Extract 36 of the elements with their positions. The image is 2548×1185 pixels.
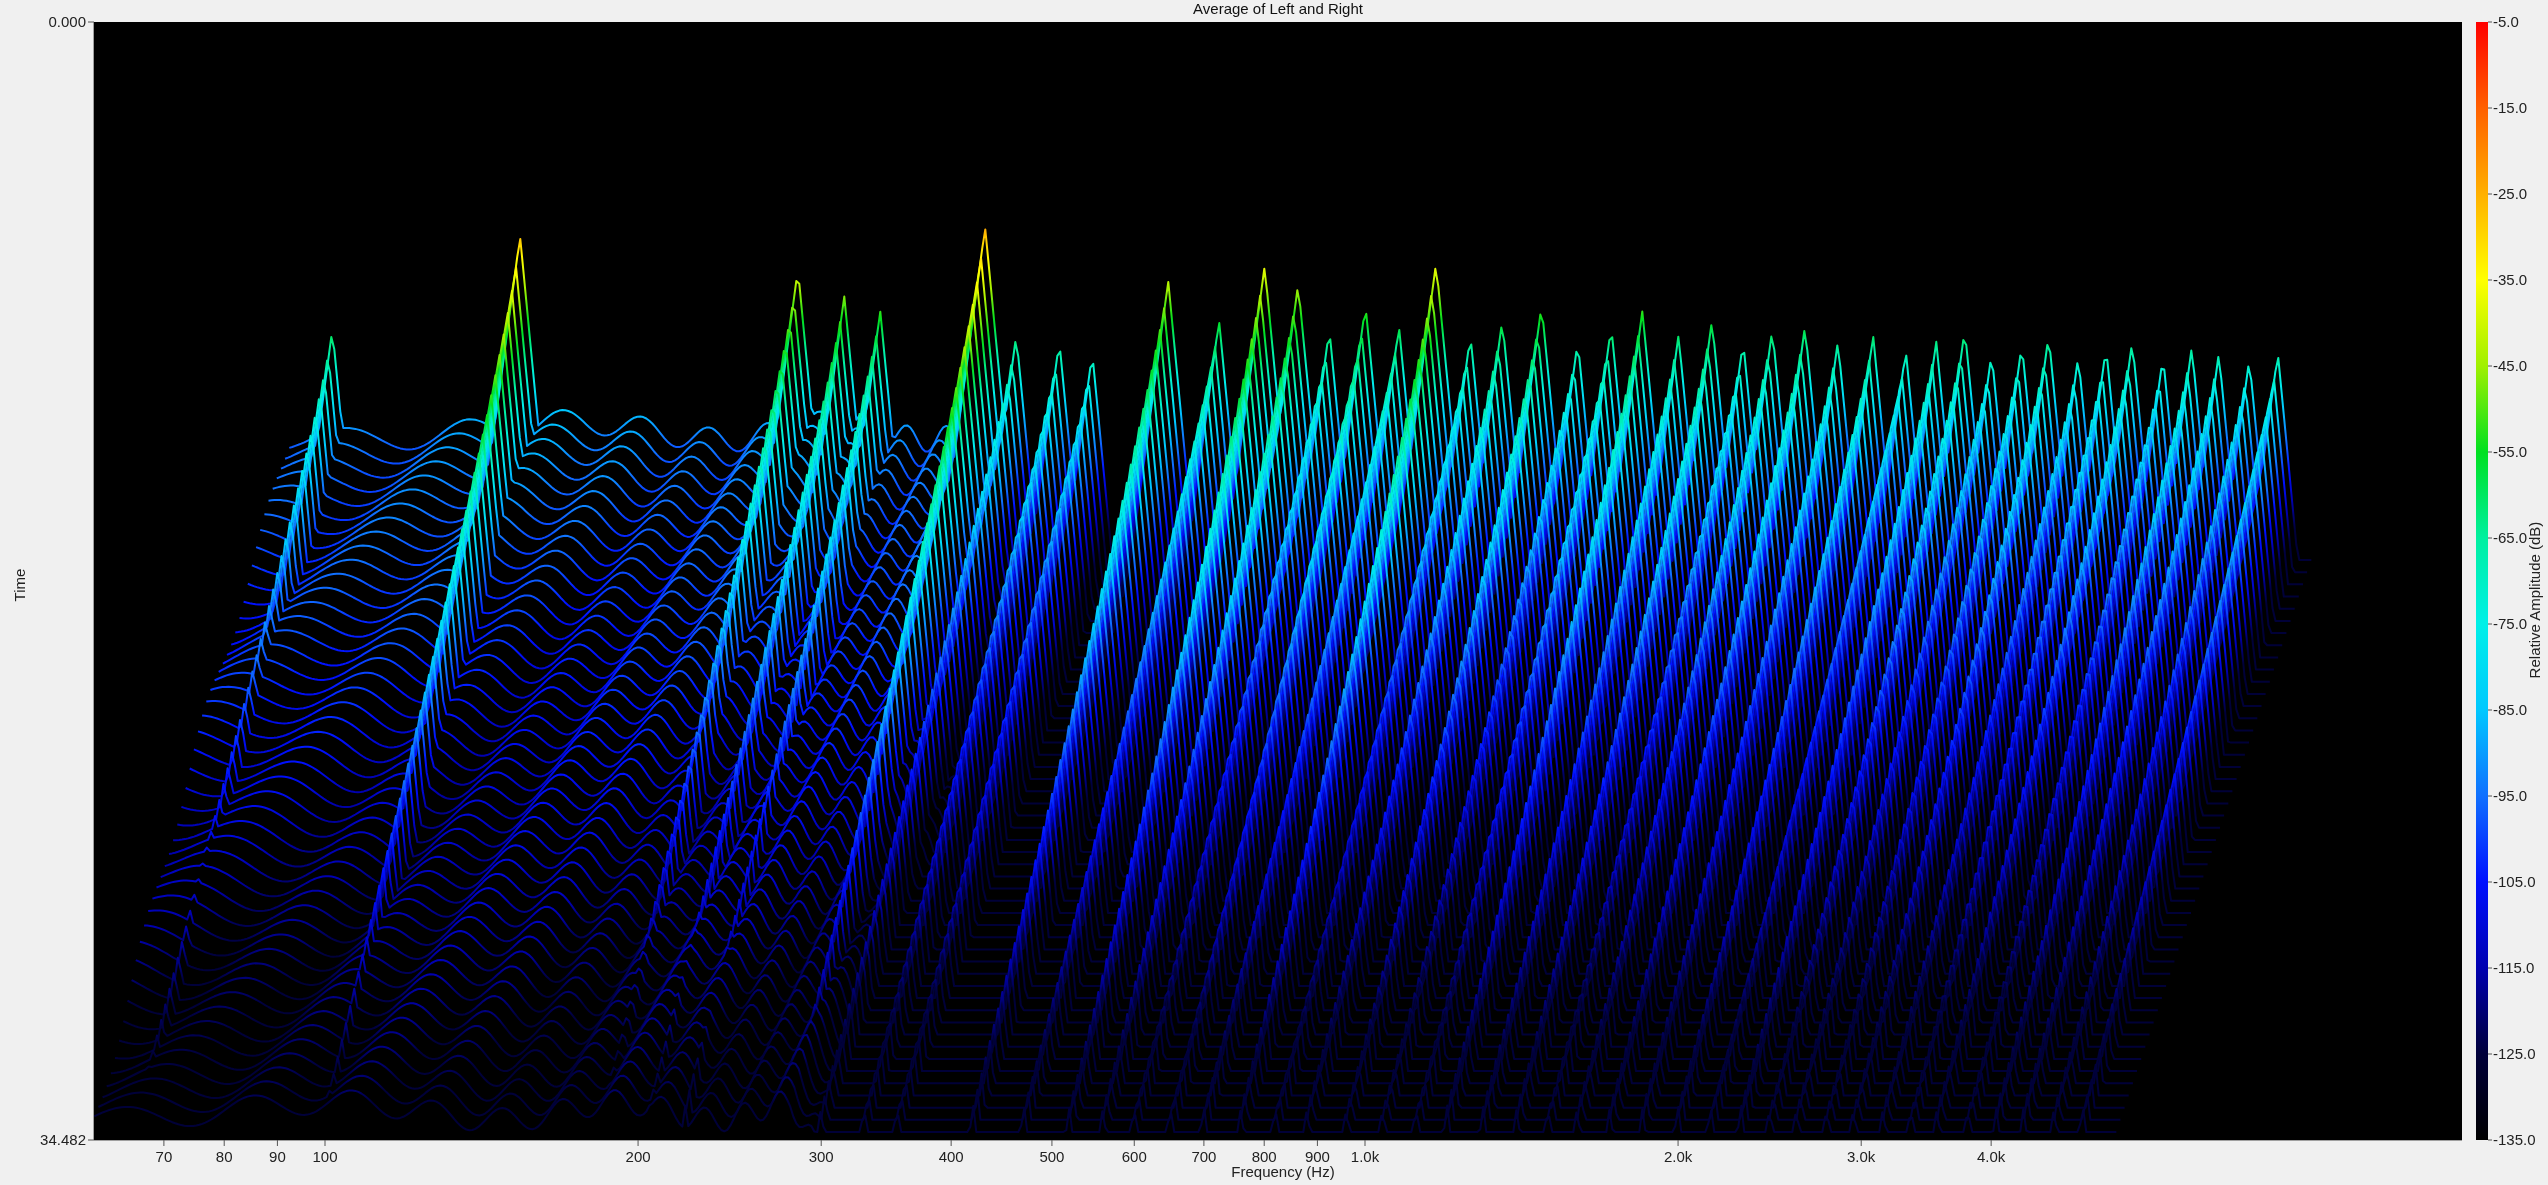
axis-tick-label: 200	[625, 1148, 651, 1165]
axis-title: Relative Amplitude (dB)	[2526, 521, 2543, 679]
axis-tick-label: 34.482	[40, 1131, 86, 1148]
axis-tick-label: 3.0k	[1847, 1148, 1876, 1165]
axis-tick-label: 900	[1304, 1148, 1330, 1165]
axis-tick-label: 0.000	[48, 13, 86, 30]
axis-tick-label: -25.0	[2493, 185, 2528, 202]
axis-tick-label: 800	[1251, 1148, 1277, 1165]
axis-tick-label: -135.0	[2493, 1131, 2536, 1148]
axis-tick-label: 1.0k	[1350, 1148, 1380, 1165]
axis-tick-label: -85.0	[2493, 701, 2528, 718]
axis-tick-label: 4.0k	[1976, 1148, 2006, 1165]
axis-tick-label: -45.0	[2493, 357, 2528, 374]
axis-title: Frequency (Hz)	[1231, 1163, 1335, 1180]
axis-tick-label: -55.0	[2493, 443, 2528, 460]
chart-title: Average of Left and Right	[1193, 0, 1363, 17]
axis-tick-label: -95.0	[2493, 787, 2528, 804]
axis-tick-label: -15.0	[2493, 99, 2528, 116]
axis-tick-label: 100	[312, 1148, 338, 1165]
axis-tick-label: -5.0	[2493, 13, 2519, 30]
axis-tick-label: -125.0	[2493, 1045, 2536, 1062]
axis-tick-label: 700	[1191, 1148, 1217, 1165]
axis-tick-label: -115.0	[2493, 959, 2535, 976]
axis-tick-label: 2.0k	[1663, 1148, 1693, 1165]
axis-tick-label: 90	[269, 1148, 286, 1165]
axis-tick-label: -35.0	[2493, 271, 2528, 288]
axis-tick-label: 80	[215, 1148, 233, 1165]
axis-tick-label: -105.0	[2493, 873, 2536, 890]
axis-title: Time	[11, 568, 28, 602]
axis-tick-label: 500	[1039, 1148, 1065, 1165]
axis-tick-label: 300	[808, 1148, 834, 1165]
axis-tick-label: -65.0	[2493, 529, 2528, 546]
axis-tick-label: 600	[1121, 1148, 1147, 1165]
axis-tick-label: 400	[938, 1148, 964, 1165]
axis-tick-label: 70	[155, 1148, 173, 1165]
axis-tick-label: -75.0	[2493, 615, 2528, 632]
